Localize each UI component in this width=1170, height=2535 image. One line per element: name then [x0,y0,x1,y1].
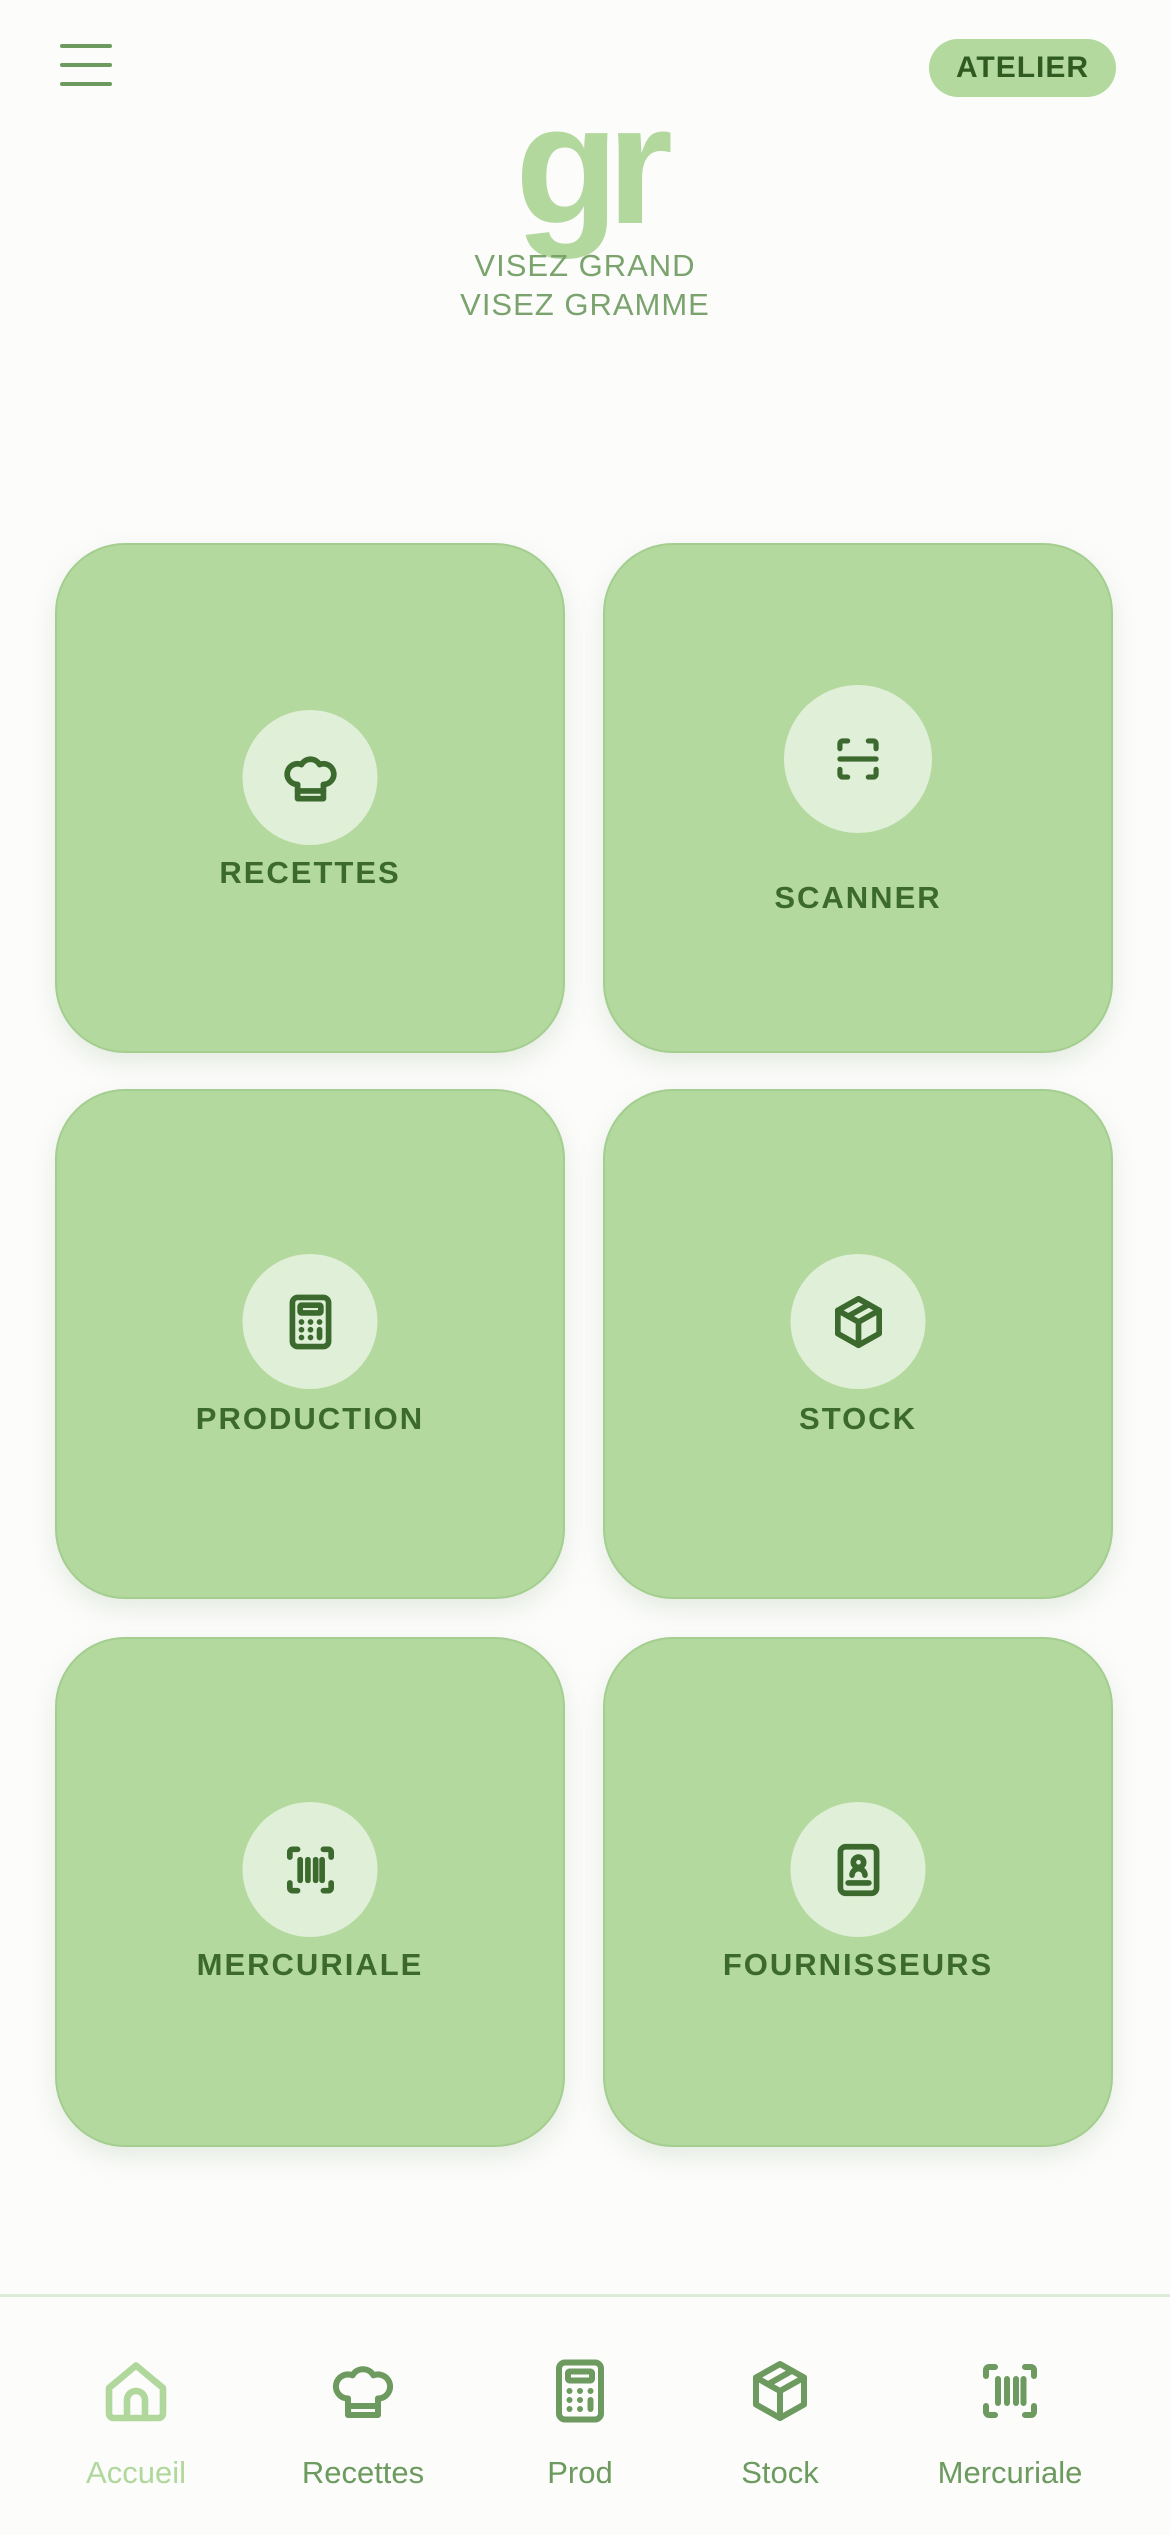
tile-label: STOCK [799,1401,917,1436]
nav-item-prod[interactable]: Prod [490,2297,670,2535]
tile-production[interactable]: PRODUCTION [55,1089,565,1599]
tile-scanner[interactable]: SCANNER [603,543,1113,1053]
nav-label: Stock [741,2455,819,2490]
nav-item-accueil[interactable]: Accueil [46,2297,226,2535]
package-icon [790,1254,926,1389]
tile-label: MERCURIALE [196,1947,424,1982]
contact-book-icon [790,1802,926,1937]
home-icon [105,2362,167,2422]
nav-item-mercuriale[interactable]: Mercuriale [920,2297,1100,2535]
barcode-scan-icon [983,2364,1037,2418]
bottom-navigation: Accueil Recettes Prod Stock Mercuriale [0,2294,1170,2535]
chef-hat-icon [242,710,378,845]
nav-item-stock[interactable]: Stock [690,2297,870,2535]
package-icon [753,2361,807,2421]
tile-label: FOURNISSEURS [722,1947,994,1982]
tagline-line-1: VISEZ GRAND [474,248,696,283]
menu-line [60,44,112,48]
menu-line [60,82,112,86]
chef-hat-icon [332,2366,394,2418]
calculator-icon [556,2359,604,2423]
tagline-line-2: VISEZ GRAMME [460,287,710,322]
nav-item-recettes[interactable]: Recettes [273,2297,453,2535]
hamburger-menu-icon[interactable] [60,44,112,86]
tile-label: PRODUCTION [195,1401,425,1436]
nav-label: Recettes [301,2455,425,2490]
tile-label: SCANNER [774,880,942,915]
nav-label: Mercuriale [937,2455,1083,2490]
nav-label: Accueil [86,2455,186,2490]
tile-recettes[interactable]: RECETTES [55,543,565,1053]
atelier-badge[interactable]: ATELIER [929,39,1116,97]
app-logo: gr [515,70,673,260]
tile-label: RECETTES [219,855,401,890]
tile-mercuriale[interactable]: MERCURIALE [55,1637,565,2147]
nav-label: Prod [547,2455,613,2490]
calculator-icon [242,1254,378,1389]
menu-line [60,63,112,67]
tile-stock[interactable]: STOCK [603,1089,1113,1599]
barcode-scan-icon [242,1802,378,1937]
tile-fournisseurs[interactable]: FOURNISSEURS [603,1637,1113,2147]
scan-icon [784,685,932,833]
